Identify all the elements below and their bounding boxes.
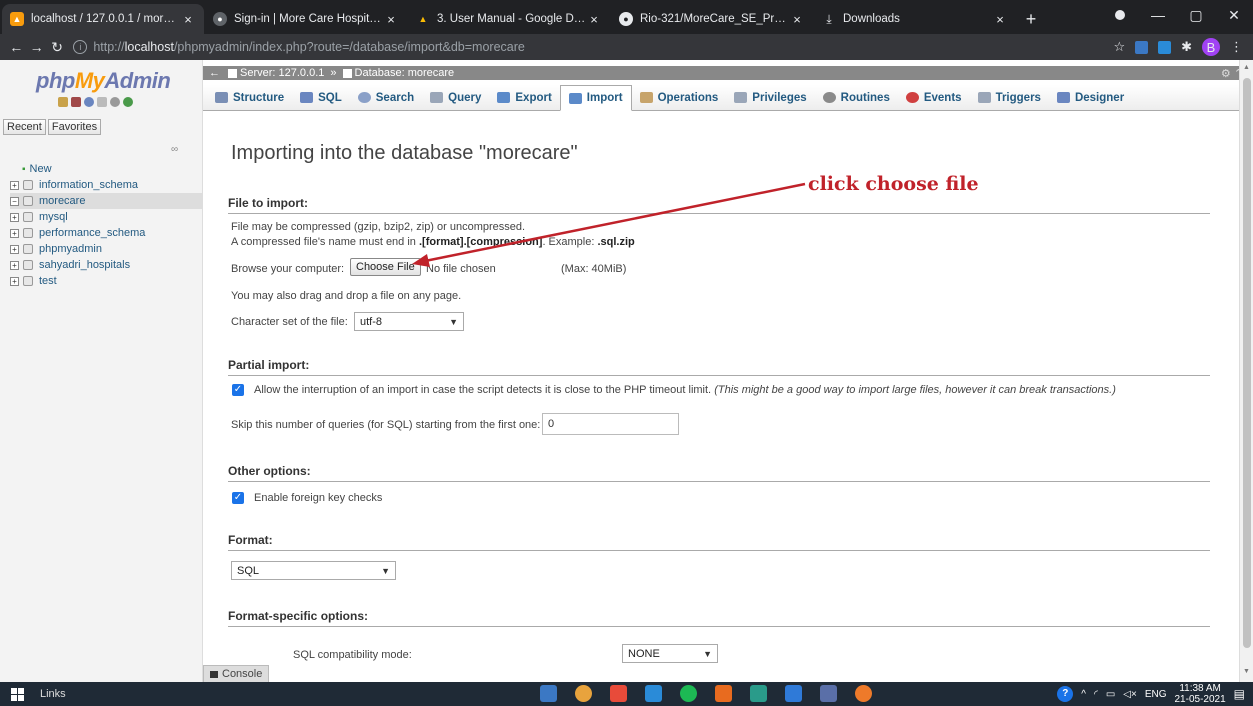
chevron-up-icon[interactable]: ^ [1081,689,1086,700]
tab-title: Downloads [843,13,900,25]
tab-title: Sign-in | More Care Hospitals [234,13,383,25]
tab-title: localhost / 127.0.0.1 / morecare | [31,13,180,25]
address-bar[interactable]: i http://localhost/phpmyadmin/index.php?… [73,37,1114,57]
profile-avatar[interactable]: B [1202,38,1221,56]
xampp-icon[interactable] [715,685,732,702]
app-icon[interactable] [820,685,837,702]
bookmark-star-icon[interactable]: ☆ [1113,39,1125,55]
minimize-icon[interactable]: — [1139,7,1177,23]
back-icon[interactable]: ← [6,39,26,55]
site-info-icon[interactable]: i [73,40,88,54]
annotation-arrow [412,182,806,267]
browser-tab-google-drive[interactable]: ▲ 3. User Manual - Google Drive × [408,4,610,34]
phpmyadmin-favicon-icon: ▲ [10,12,24,26]
page-viewport: phpMyAdmin Recent Favorites ∞ ▪ New + in… [0,60,1253,682]
extensions-puzzle-icon[interactable]: ✱ [1181,39,1192,55]
spotify-icon[interactable] [680,685,697,702]
tab-title: Rio-321/MoreCare_SE_Project [640,13,789,25]
scroll-down-icon[interactable]: ▼ [1243,668,1250,675]
forward-icon[interactable]: → [26,39,46,55]
volume-icon[interactable]: ◁× [1123,689,1137,700]
window-controls: — ▢ ✕ [1101,0,1253,30]
console-toggle[interactable]: Console [203,665,270,682]
tab-close-icon[interactable]: × [586,12,602,27]
vscode-icon[interactable] [785,685,802,702]
start-button[interactable] [0,687,34,701]
extension-icon[interactable] [1158,40,1172,54]
app-icon[interactable] [750,685,767,702]
scroll-up-icon[interactable]: ▲ [1243,64,1250,71]
chrome-icon[interactable] [575,685,592,702]
maximize-icon[interactable]: ▢ [1177,7,1215,24]
notifications-icon[interactable]: ▤ [1234,687,1245,701]
language-indicator[interactable]: ENG [1145,689,1167,700]
browser-tab-downloads[interactable]: ⤓ Downloads × [814,4,1016,34]
new-tab-button[interactable]: + [1017,4,1045,34]
clock[interactable]: 11:38 AM 21-05-2021 [1175,683,1226,705]
tab-search-icon[interactable] [1101,7,1139,23]
taskbar-apps [540,685,872,702]
tab-close-icon[interactable]: × [992,12,1008,27]
system-tray: ? ^ ◜ ▭ ◁× ENG 11:38 AM 21-05-2021 ▤ [1057,682,1253,706]
links-toolbar[interactable]: Links [40,688,66,700]
extension-icon[interactable] [1135,40,1149,54]
url-prefix: http:// [93,40,125,54]
app-icon[interactable] [855,685,872,702]
download-favicon-icon: ⤓ [826,11,832,26]
scrollbar-thumb[interactable] [1243,78,1251,648]
file-explorer-icon[interactable] [540,685,557,702]
browser-tab-strip: ▲ localhost / 127.0.0.1 / morecare | × ●… [0,0,1253,34]
tab-title: 3. User Manual - Google Drive [437,13,586,25]
vertical-scrollbar[interactable]: ▲ ▼ [1239,60,1253,682]
battery-icon[interactable]: ▭ [1106,689,1115,700]
url-path: /phpmyadmin/index.php?route=/database/im… [173,40,525,54]
windows-logo-icon [10,687,24,701]
url-host: localhost [124,40,174,54]
help-icon[interactable]: ? [1057,686,1074,702]
tab-close-icon[interactable]: × [383,12,399,27]
clock-time: 11:38 AM [1179,683,1221,694]
browser-toolbar: ← → ↻ i http://localhost/phpmyadmin/inde… [0,34,1253,60]
tab-close-icon[interactable]: × [180,12,196,27]
tab-close-icon[interactable]: × [789,12,805,27]
console-icon [210,670,218,678]
clock-date: 21-05-2021 [1174,694,1226,705]
close-window-icon[interactable]: ✕ [1215,7,1253,24]
app-icon[interactable] [645,685,662,702]
github-favicon-icon: ● [619,12,633,26]
wifi-icon[interactable]: ◜ [1094,689,1098,700]
chrome-menu-icon[interactable]: ⋮ [1230,39,1243,55]
toolbar-icons: ☆ ✱ B ⋮ [1113,38,1243,56]
browser-tab-phpmyadmin[interactable]: ▲ localhost / 127.0.0.1 / morecare | × [2,4,204,34]
browser-tab-sign-in[interactable]: ● Sign-in | More Care Hospitals × [205,4,407,34]
globe-favicon-icon: ● [213,12,227,26]
browser-tab-github[interactable]: ● Rio-321/MoreCare_SE_Project × [611,4,813,34]
google-drive-favicon-icon: ▲ [418,14,428,24]
taskbar: Links ? ^ ◜ ▭ ◁× ENG 11:38 AM 21-05-2021… [0,682,1253,706]
reload-icon[interactable]: ↻ [47,39,67,56]
sublime-text-icon[interactable] [610,685,627,702]
